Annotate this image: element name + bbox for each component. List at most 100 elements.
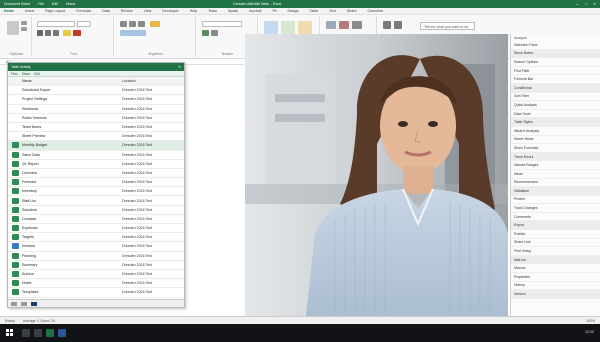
table-row[interactable]: Expenses Dresden 2016 Test — [8, 224, 184, 234]
autosum-icon[interactable] — [383, 21, 391, 29]
column-header-location[interactable]: Location — [122, 79, 184, 83]
right-panel-item[interactable]: Publish — [511, 230, 600, 239]
tab-page-layout[interactable]: Page Layout — [45, 9, 65, 13]
table-row[interactable]: Sales Data Dresden 2016 Test — [8, 151, 184, 160]
tab-view[interactable]: View — [144, 9, 152, 13]
tab-speak[interactable]: Speak — [228, 9, 238, 13]
insert-cells-icon[interactable] — [326, 21, 336, 29]
tab-share[interactable]: Share — [22, 72, 31, 76]
tab-table[interactable]: Table — [310, 9, 319, 13]
merge-center-icon[interactable] — [120, 30, 146, 36]
right-panel-item[interactable]: Selection Pane — [511, 41, 600, 50]
table-row[interactable]: Invoices Dresden 2016 Test — [8, 242, 184, 252]
cell-styles-icon[interactable] — [298, 21, 312, 35]
percent-icon[interactable] — [211, 30, 218, 36]
right-panel-item[interactable]: Data Tools — [511, 110, 600, 119]
nav-next-icon[interactable] — [21, 301, 27, 306]
right-panel-item[interactable]: Protect — [511, 196, 600, 205]
right-panel-item[interactable]: Show Notes — [511, 49, 600, 59]
search-input[interactable]: Tell me what you want to do — [420, 22, 475, 30]
tab-formulas[interactable]: Formulas — [76, 9, 91, 13]
table-row[interactable]: Templates Dresden 2016 Test — [8, 288, 184, 298]
table-row[interactable]: Monthly Budget Dresden 2016 Test — [8, 141, 184, 151]
tab-acrobat[interactable]: Acrobat — [249, 9, 261, 13]
tab-comment[interactable]: Comment — [367, 9, 383, 13]
table-row[interactable]: Archive Dresden 2016 Test — [8, 270, 184, 280]
title-bar-item[interactable]: File — [38, 2, 44, 6]
table-row[interactable]: Contacts Dresden 2016 Test — [8, 215, 184, 224]
word-taskbar-icon[interactable] — [58, 329, 66, 337]
tab-developer[interactable]: Developer — [162, 9, 178, 13]
table-row[interactable]: Public Versions Dresden 2016 Test — [8, 114, 184, 123]
table-row[interactable]: Workbook Dresden 2016 Test — [8, 105, 184, 114]
wrap-text-icon[interactable] — [150, 21, 160, 27]
font-color-icon[interactable] — [73, 30, 81, 36]
task-view-icon[interactable] — [34, 329, 42, 337]
fill-color-icon[interactable] — [63, 30, 71, 36]
right-panel-item[interactable]: Sheet Views — [511, 136, 600, 145]
close-icon[interactable]: ✕ — [593, 2, 596, 6]
nav-end-icon[interactable] — [31, 301, 37, 306]
right-panel-item[interactable]: Version — [511, 290, 600, 299]
copy-icon[interactable] — [21, 27, 27, 31]
table-row[interactable]: Schedule Dresden 2016 Test — [8, 206, 184, 215]
table-row[interactable]: Planning Dresden 2016 Test — [8, 252, 184, 261]
right-panel-item[interactable]: Named Ranges — [511, 161, 600, 170]
right-panel-item[interactable]: Track Changes — [511, 204, 600, 213]
right-panel-item[interactable]: Recommended — [511, 179, 600, 188]
table-row[interactable]: Overview Dresden 2016 Test — [8, 169, 184, 179]
tab-edit[interactable]: Edit — [34, 72, 40, 76]
tab-fit[interactable]: Fit — [272, 9, 276, 13]
sort-filter-icon[interactable] — [394, 21, 402, 29]
table-row[interactable]: Scheduled Export Dresden 2016 Test — [8, 86, 184, 96]
delete-cells-icon[interactable] — [339, 21, 349, 29]
right-panel-item[interactable]: Print Setup — [511, 247, 600, 256]
right-panel-item[interactable]: Conditional — [511, 83, 600, 93]
right-panel-item[interactable]: Ideas — [511, 170, 600, 179]
table-row[interactable]: Targets Dresden 2016 Test — [8, 233, 184, 243]
table-row[interactable]: Team Notes Dresden 2016 Test — [8, 123, 184, 133]
right-panel-item[interactable]: Formula Bar — [511, 75, 600, 84]
minimize-icon[interactable]: — — [575, 2, 579, 6]
right-panel-item[interactable]: Comments — [511, 213, 600, 222]
bold-icon[interactable] — [37, 30, 43, 36]
right-panel-item[interactable]: Sort Filter — [511, 93, 600, 102]
tab-help[interactable]: Help — [190, 9, 197, 13]
right-panel-item[interactable]: Search Options — [511, 58, 600, 67]
tab-data[interactable]: Data — [102, 9, 110, 13]
title-bar-item[interactable]: Edit — [52, 2, 58, 6]
right-panel-item[interactable]: Validation — [511, 187, 600, 196]
right-panel-item[interactable]: Macros — [511, 264, 600, 274]
cut-icon[interactable] — [21, 21, 27, 25]
zoom-level[interactable]: 100% — [586, 319, 595, 323]
align-center-icon[interactable] — [129, 21, 136, 27]
right-panel-item[interactable]: What-If Analysis — [511, 127, 600, 136]
format-cells-icon[interactable] — [352, 21, 362, 29]
excel-taskbar-icon[interactable] — [46, 329, 54, 337]
currency-icon[interactable] — [202, 30, 209, 36]
font-size-select[interactable] — [77, 21, 91, 27]
right-panel-item[interactable]: Export — [511, 221, 600, 231]
tab-share[interactable]: Share — [347, 9, 357, 13]
conditional-format-icon[interactable] — [264, 21, 278, 35]
search-icon[interactable] — [22, 329, 30, 337]
right-panel-item[interactable]: Add-ins — [511, 255, 600, 265]
right-panel-item[interactable]: Trace Errors — [511, 152, 600, 162]
italic-icon[interactable] — [45, 30, 51, 36]
align-right-icon[interactable] — [138, 21, 145, 27]
tab-sort[interactable]: Sort — [329, 9, 336, 13]
right-panel-item[interactable]: History — [511, 282, 600, 291]
right-panel-item[interactable]: Quick Analysis — [511, 101, 600, 110]
column-header-name[interactable]: Name — [22, 79, 122, 83]
right-panel-item[interactable]: Find Filter — [511, 67, 600, 76]
tab-team[interactable]: Team — [208, 9, 217, 13]
tab-insert[interactable]: Insert — [25, 9, 34, 13]
tab-design[interactable]: Design — [287, 9, 298, 13]
maximize-icon[interactable]: □ — [585, 2, 587, 6]
align-left-icon[interactable] — [120, 21, 127, 27]
windows-start-icon[interactable] — [6, 329, 13, 336]
title-bar-item[interactable]: Document Home — [4, 2, 30, 6]
table-row[interactable]: Q1 Report Dresden 2016 Test — [8, 160, 184, 169]
paste-icon[interactable] — [7, 21, 19, 35]
table-row[interactable]: Staff List Dresden 2016 Test — [8, 196, 184, 206]
